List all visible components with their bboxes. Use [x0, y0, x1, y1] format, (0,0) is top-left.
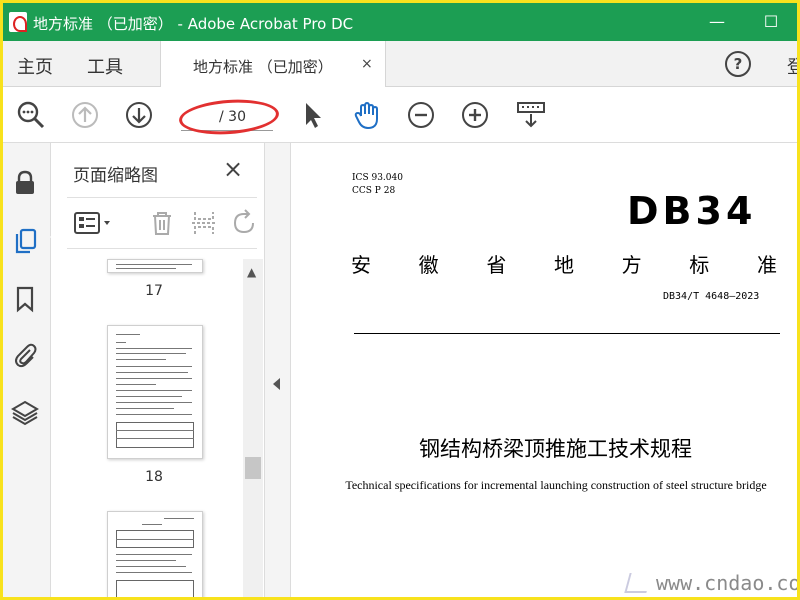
window-title: 地方标准 （已加密） - Adobe Acrobat Pro DC [33, 15, 354, 33]
page-number-label: 17 [145, 283, 163, 299]
heading-char: 省 [486, 253, 507, 277]
acrobat-logo-icon [9, 12, 27, 32]
tab-bar: 主页 工具 地方标准 （已加密） × ? 登 [3, 41, 797, 88]
select-arrow-icon[interactable] [297, 99, 329, 131]
heading-char: 方 [621, 253, 642, 277]
next-page-icon[interactable] [123, 99, 155, 131]
tab-home[interactable]: 主页 [17, 53, 53, 79]
tab-document[interactable]: 地方标准 （已加密） × [160, 41, 386, 88]
maximize-button[interactable]: ☐ [759, 11, 783, 33]
close-tab-button[interactable]: × [361, 56, 373, 72]
heading-char: 徽 [418, 253, 439, 277]
navigation-rail [3, 143, 58, 597]
collapse-arrow-icon[interactable] [273, 378, 280, 390]
thumbnail-page-18[interactable] [107, 325, 203, 459]
ics-code: ICS 93.040 [352, 173, 403, 183]
delete-page-icon[interactable] [147, 208, 177, 238]
thumbnail-scrollbar[interactable]: ▲ [243, 259, 263, 597]
db-code: DB34 [627, 189, 757, 233]
collapse-panel-strip[interactable] [265, 143, 291, 597]
hand-tool-icon[interactable] [351, 99, 383, 131]
watermark-text: www.cndao.com [656, 571, 797, 595]
page-thumbnails-icon[interactable] [11, 227, 39, 255]
acrobat-window: 地方标准 （已加密） - Adobe Acrobat Pro DC — ☐ 主页… [3, 3, 797, 597]
rotate-page-icon[interactable] [229, 208, 259, 238]
thumbnail-page-17[interactable] [107, 259, 203, 273]
heading-char: 地 [553, 253, 574, 277]
page-number-label: 18 [145, 469, 163, 485]
bookmark-icon[interactable] [11, 285, 39, 313]
thumbnail-page-19[interactable] [107, 511, 203, 597]
lock-icon[interactable] [11, 169, 39, 197]
province-standard-heading: 安 徽 省 地 方 标 准 [351, 249, 777, 278]
layers-icon[interactable] [11, 399, 39, 427]
heading-char: 准 [756, 253, 777, 277]
heading-char: 标 [689, 253, 710, 277]
panel-toolbar [67, 197, 257, 249]
document-title-cn: 钢结构桥梁顶推施工技术规程 [419, 437, 692, 461]
thumbnail-options-icon[interactable] [73, 208, 117, 238]
panel-title: 页面缩略图 [73, 166, 158, 186]
heading-char: 安 [351, 253, 371, 277]
zoom-out-icon[interactable] [405, 99, 437, 131]
ccs-code: CCS P 28 [352, 186, 396, 196]
watermark-logo-icon [624, 573, 652, 593]
minimize-button[interactable]: — [705, 11, 729, 33]
sign-in-link[interactable]: 登 [787, 53, 797, 79]
previous-page-icon[interactable] [69, 99, 101, 131]
extract-page-icon[interactable] [189, 208, 219, 238]
document-title-en: Technical specifications for incremental… [345, 478, 767, 492]
keyboard-scroll-icon[interactable] [515, 99, 547, 131]
find-icon[interactable] [15, 99, 47, 131]
thumbnail-panel: 页面缩略图 × 17 18 ▲ [51, 143, 265, 597]
tab-tools[interactable]: 工具 [87, 53, 123, 79]
close-panel-button[interactable]: × [223, 155, 243, 183]
attachment-icon[interactable] [11, 341, 39, 369]
divider-line [354, 333, 780, 334]
scrollbar-thumb[interactable] [245, 457, 261, 479]
standard-number: DB34/T 4648—2023 [663, 291, 760, 302]
toolbar: / 30 [3, 87, 797, 143]
zoom-in-icon[interactable] [459, 99, 491, 131]
scroll-up-icon[interactable]: ▲ [247, 265, 256, 279]
document-page: ICS 93.040 CCS P 28 DB34 安 徽 省 地 方 标 准 D… [291, 143, 797, 597]
title-bar: 地方标准 （已加密） - Adobe Acrobat Pro DC — ☐ [3, 3, 797, 41]
help-icon[interactable]: ? [725, 51, 751, 77]
document-tab-label: 地方标准 （已加密） [193, 58, 333, 76]
